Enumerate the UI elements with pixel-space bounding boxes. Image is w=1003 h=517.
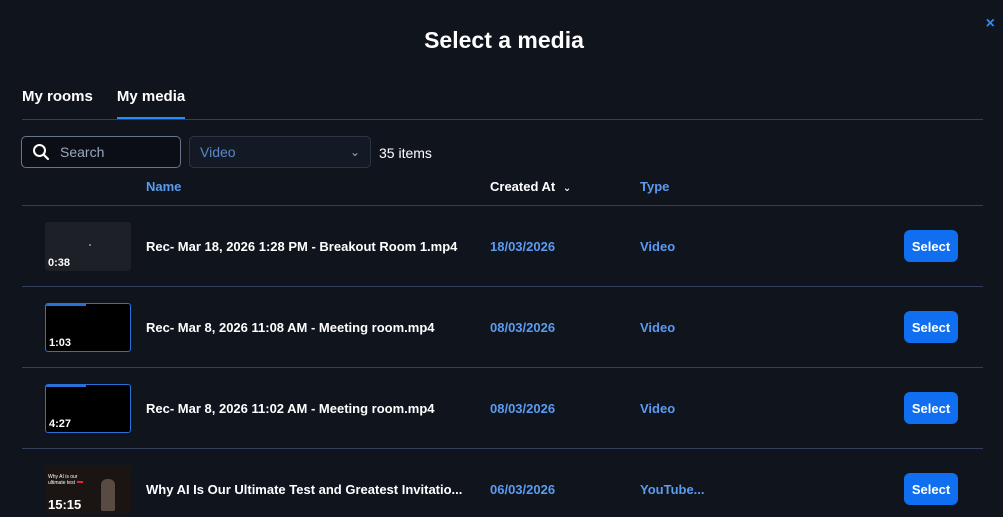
media-created-date: 18/03/2026 bbox=[490, 239, 556, 254]
media-type-select[interactable]: Video ⌄ bbox=[189, 136, 371, 168]
media-name: Rec- Mar 18, 2026 1:28 PM - Breakout Roo… bbox=[146, 239, 458, 254]
table-header: Name Created At ⌄ Type bbox=[5, 179, 1003, 203]
tab-my-media[interactable]: My media bbox=[116, 88, 186, 120]
media-type: Video bbox=[640, 239, 676, 254]
thumbnail-caption: Why AI is our ultimate test bbox=[48, 474, 78, 486]
select-button[interactable]: Select bbox=[904, 473, 958, 505]
video-duration: 15:15 bbox=[48, 497, 82, 512]
column-header-name: Name bbox=[146, 179, 182, 194]
table-row: 0:38 Rec- Mar 18, 2026 1:28 PM - Breakou… bbox=[22, 206, 983, 287]
table-row: 1:03 Rec- Mar 8, 2026 11:08 AM - Meeting… bbox=[22, 287, 983, 368]
chevron-down-icon: ⌄ bbox=[349, 145, 360, 159]
media-type-value: Video bbox=[200, 144, 236, 160]
search-field[interactable] bbox=[21, 136, 181, 168]
media-created-date: 08/03/2026 bbox=[490, 320, 556, 335]
thumbnail-progress bbox=[46, 385, 86, 387]
table-row: 4:27 Rec- Mar 8, 2026 11:02 AM - Meeting… bbox=[22, 368, 983, 449]
tab-bar: My rooms My media bbox=[22, 88, 186, 120]
tabs-divider bbox=[22, 119, 983, 120]
tab-my-rooms[interactable]: My rooms bbox=[22, 88, 93, 120]
media-type: Video bbox=[640, 320, 676, 335]
thumbnail-logo bbox=[77, 481, 83, 483]
media-name: Why AI Is Our Ultimate Test and Greatest… bbox=[146, 482, 463, 497]
video-thumbnail: 4:27 bbox=[45, 384, 131, 433]
search-input[interactable] bbox=[60, 144, 170, 160]
video-thumbnail: 1:03 bbox=[45, 303, 131, 352]
thumbnail-speaker bbox=[101, 479, 115, 511]
video-duration: 0:38 bbox=[48, 257, 71, 269]
select-media-dialog: × Select a media My rooms My media Video… bbox=[5, 5, 1003, 517]
thumbnail-speck bbox=[89, 244, 91, 246]
table-row: Why AI is our ultimate test 15:15 Why AI… bbox=[22, 449, 983, 517]
column-header-type: Type bbox=[640, 179, 670, 194]
column-header-created-at[interactable]: Created At ⌄ bbox=[490, 179, 571, 194]
media-created-date: 08/03/2026 bbox=[490, 401, 556, 416]
video-duration: 1:03 bbox=[49, 337, 72, 349]
youtube-thumbnail: Why AI is our ultimate test 15:15 bbox=[45, 465, 131, 514]
media-type: YouTube... bbox=[640, 482, 705, 497]
select-button[interactable]: Select bbox=[904, 311, 958, 343]
media-type: Video bbox=[640, 401, 676, 416]
search-icon bbox=[33, 144, 50, 161]
media-name: Rec- Mar 8, 2026 11:08 AM - Meeting room… bbox=[146, 320, 435, 335]
items-count: 35 items bbox=[379, 145, 432, 161]
video-duration: 4:27 bbox=[49, 418, 72, 430]
chevron-down-icon: ⌄ bbox=[562, 183, 572, 194]
media-name: Rec- Mar 8, 2026 11:02 AM - Meeting room… bbox=[146, 401, 435, 416]
video-thumbnail: 0:38 bbox=[45, 222, 131, 271]
select-button[interactable]: Select bbox=[904, 230, 958, 262]
thumbnail-progress bbox=[46, 304, 86, 306]
dialog-title: Select a media bbox=[424, 27, 584, 53]
column-header-created-label: Created At bbox=[490, 179, 556, 194]
media-created-date: 06/03/2026 bbox=[490, 482, 556, 497]
select-button[interactable]: Select bbox=[904, 392, 958, 424]
